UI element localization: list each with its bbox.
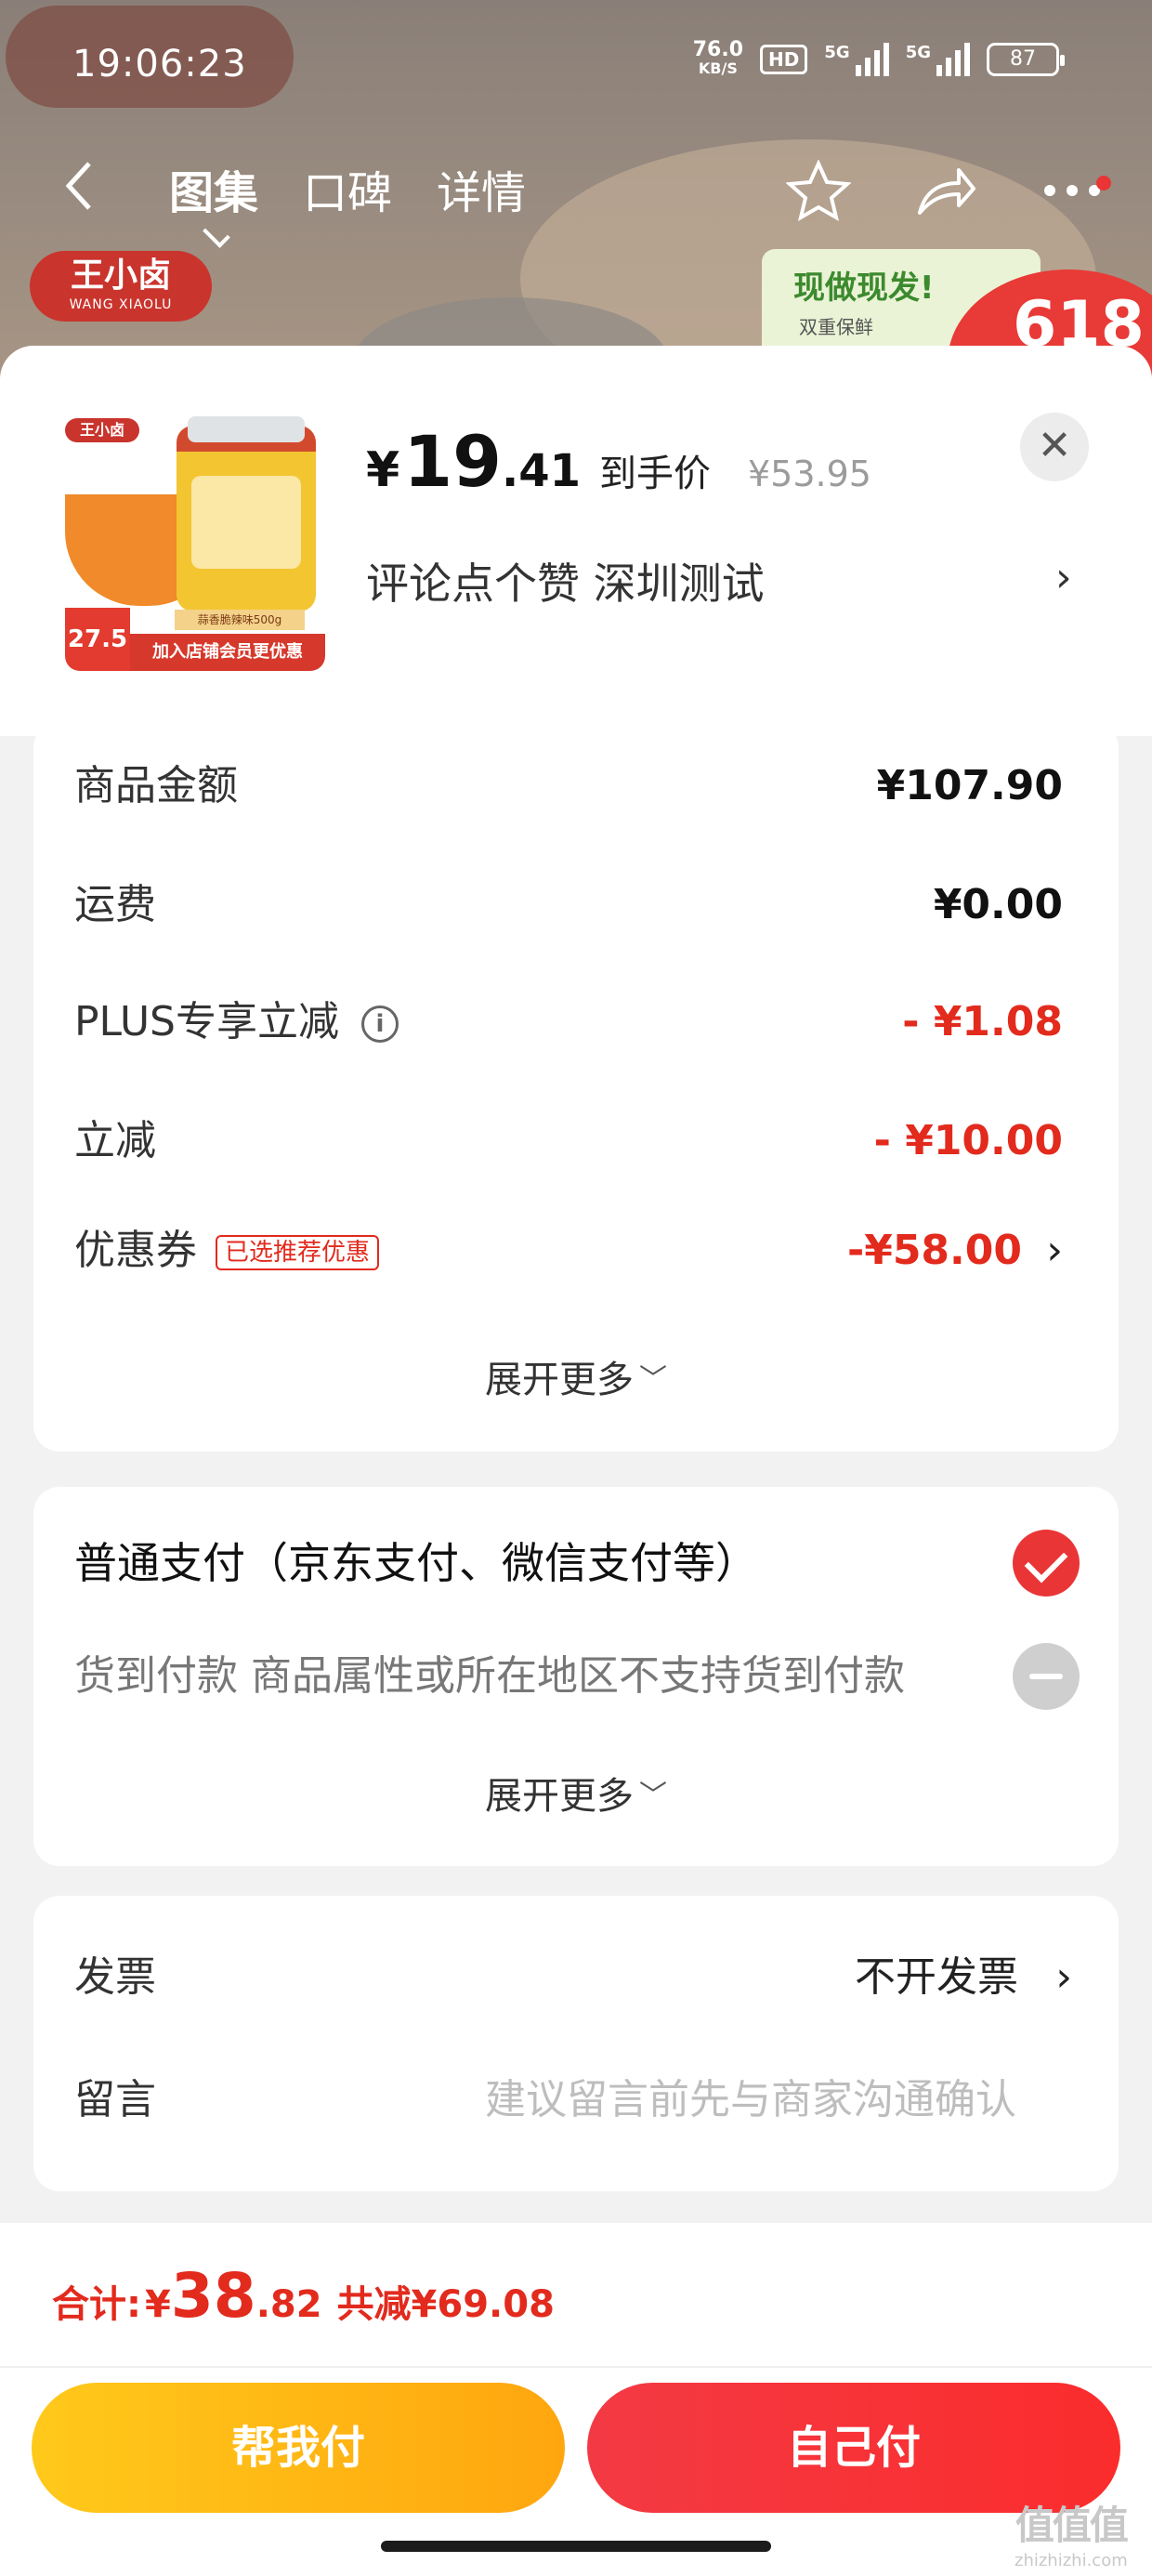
amount-row-goods: 商品金额 ¥107.90	[74, 762, 1063, 809]
divider	[0, 2366, 1152, 2368]
message-input[interactable]: 建议留言前先与商家沟通确认	[485, 2063, 1016, 2137]
price-row: ¥ 19 .41 到手价 ¥53.95	[366, 420, 871, 503]
payment-option-cod: 货到付款 商品属性或所在地区不支持货到付款	[74, 1652, 905, 1700]
total-price-integer: 38	[170, 2260, 256, 2332]
message-label: 留言	[74, 2076, 156, 2123]
invoice-message-card: 发票 不开发票 › 留言 建议留言前先与商家沟通确认	[33, 1896, 1119, 2191]
tab-reviews[interactable]: 口碑	[303, 156, 392, 221]
checked-radio-icon[interactable]	[1013, 1530, 1080, 1597]
thumb-member-strip: 加入店铺会员更优惠	[130, 634, 325, 671]
payment-card: 普通支付（京东支付、微信支付等） 货到付款 商品属性或所在地区不支持货到付款 展…	[33, 1487, 1119, 1866]
nav-actions	[786, 160, 1111, 221]
final-price-integer: 19	[403, 420, 502, 503]
site-watermark: 值值值 zhizhizhi.com	[1015, 2503, 1129, 2570]
thumb-flavor-label: 蒜香脆辣味500g	[175, 610, 305, 630]
background-product-page: 19:06:23 76.0 KB/S HD 5G 5G 87 图集 口碑 详情	[0, 0, 1152, 390]
info-icon[interactable]: i	[361, 1005, 399, 1043]
brand-logo: 王小卤 WANG XIAOLU	[30, 251, 212, 322]
status-bar: 19:06:23 76.0 KB/S HD 5G 5G 87	[0, 0, 1152, 139]
amount-row-instant-discount: 立减 - ¥10.00	[74, 1117, 1063, 1164]
expand-more-payment[interactable]: 展开更多 ﹀	[33, 1766, 1119, 1820]
tab-gallery[interactable]: 图集	[169, 156, 258, 221]
share-icon[interactable]	[916, 163, 977, 218]
product-nav-bar: 图集 口碑 详情	[0, 139, 1152, 242]
bottom-action-bar: 合计: ¥ 38 .82 共减¥69.08 帮我付 自己付 值值值 zhizhi…	[0, 2223, 1152, 2576]
total-savings: 共减¥69.08	[336, 2283, 555, 2326]
coupon-selected-tag: 已选推荐优惠	[216, 1235, 380, 1270]
disabled-radio-icon	[1013, 1643, 1080, 1710]
help-me-pay-button[interactable]: 帮我付	[32, 2383, 565, 2513]
close-button[interactable]: ✕	[1020, 413, 1089, 481]
final-price-decimal: .41	[501, 445, 581, 497]
payment-option-normal[interactable]: 普通支付（京东支付、微信支付等）	[74, 1526, 758, 1600]
chevron-right-icon[interactable]: ›	[1055, 554, 1072, 601]
thumb-price-badge: 27.5	[65, 608, 130, 671]
pay-myself-button[interactable]: 自己付	[587, 2383, 1120, 2513]
status-icons: 76.0 KB/S HD 5G 5G 87	[692, 38, 1065, 78]
original-price: ¥53.95	[747, 453, 871, 494]
total-summary: 合计: ¥ 38 .82 共减¥69.08	[52, 2260, 555, 2332]
amount-row-shipping: 运费 ¥0.00	[74, 881, 1063, 928]
product-tabs: 图集 口碑 详情	[169, 156, 526, 221]
favorite-star-icon[interactable]	[786, 160, 851, 221]
home-indicator[interactable]	[381, 2541, 771, 2552]
chevron-right-icon[interactable]: ›	[1055, 1940, 1072, 2015]
thumb-brand-logo: 王小卤	[65, 418, 139, 442]
notification-dot	[1096, 176, 1111, 191]
final-price-tag: 到手价	[598, 453, 711, 495]
amount-row-coupon[interactable]: 优惠券 已选推荐优惠 -¥58.00 ›	[74, 1214, 1063, 1288]
signal-5g-icon-2: 5G	[906, 43, 970, 76]
spec-selector[interactable]: 评论点个赞 深圳测试	[366, 550, 765, 611]
amounts-card: 商品金额 ¥107.90 运费 ¥0.00 PLUS专享立减 i - ¥1.08 …	[33, 721, 1119, 1452]
invoice-value[interactable]: 不开发票	[855, 1940, 1018, 2015]
back-arrow-icon[interactable]	[61, 158, 98, 214]
hd-voice-icon: HD	[760, 45, 808, 74]
chevron-down-icon: ﹀	[639, 1363, 667, 1396]
amount-row-plus-discount: PLUS专享立减 i - ¥1.08	[74, 998, 1063, 1045]
status-time: 19:06:23	[72, 43, 247, 85]
more-options-icon[interactable]	[1042, 176, 1111, 200]
battery-icon: 87	[987, 43, 1065, 76]
network-speed: 76.0 KB/S	[692, 38, 744, 78]
product-thumbnail: 王小卤 蒜香脆辣味500g 27.5 加入店铺会员更优惠	[65, 411, 325, 671]
expand-more-amounts[interactable]: 展开更多 ﹀	[33, 1349, 1119, 1403]
total-price-decimal: .82	[255, 2283, 322, 2326]
chevron-down-icon: ﹀	[639, 1780, 667, 1812]
tab-details[interactable]: 详情	[437, 156, 526, 221]
signal-5g-icon: 5G	[824, 43, 889, 76]
chevron-right-icon: ›	[1046, 1227, 1063, 1274]
invoice-label: 发票	[74, 1953, 156, 2001]
